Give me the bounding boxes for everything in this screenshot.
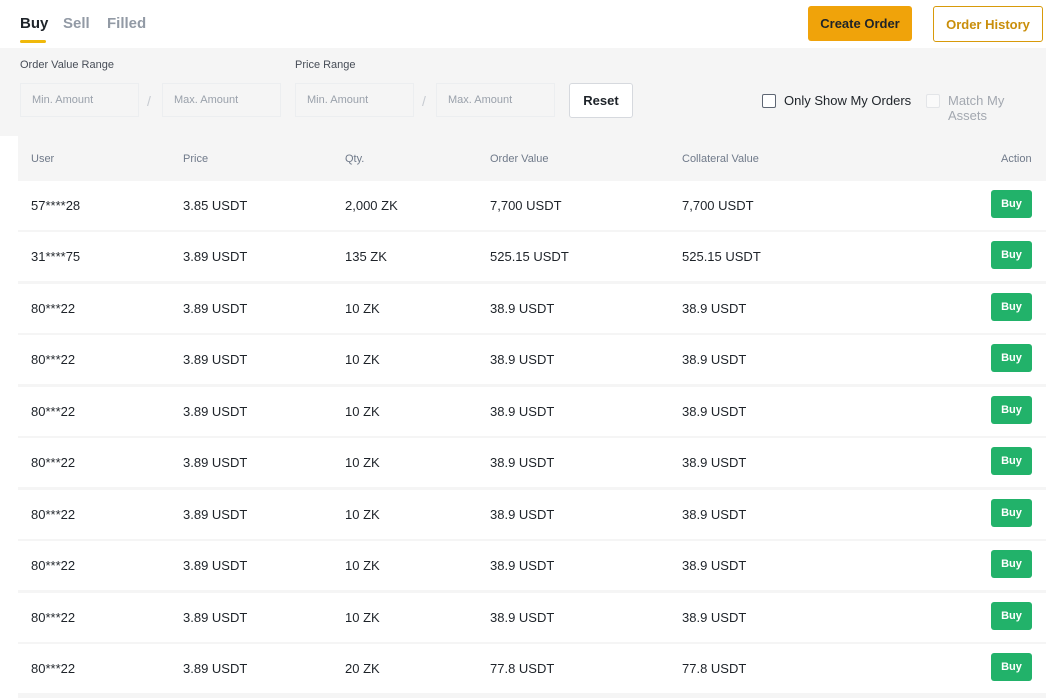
- match-my-assets-label[interactable]: Match My Assets: [948, 93, 1046, 123]
- column-header-user: User: [31, 153, 55, 165]
- cell-qty: 10 ZK: [345, 352, 380, 367]
- cell-qty: 10 ZK: [345, 610, 380, 625]
- cell-user: 80***22: [31, 661, 76, 676]
- top-bar: Buy Sell Filled Create Order Order Histo…: [0, 0, 1046, 48]
- cell-qty: 10 ZK: [345, 455, 380, 470]
- cell-order-value: 38.9 USDT: [490, 301, 555, 316]
- table-row: 57****28 3.85 USDT 2,000 ZK 7,700 USDT 7…: [18, 181, 1046, 230]
- buy-button[interactable]: Buy: [991, 190, 1032, 218]
- cell-price: 3.89 USDT: [183, 352, 248, 367]
- tab-sell[interactable]: Sell: [63, 15, 90, 32]
- filter-panel: Order Value Range Min. Amount / Max. Amo…: [0, 48, 1046, 136]
- cell-order-value: 38.9 USDT: [490, 507, 555, 522]
- buy-button[interactable]: Buy: [991, 396, 1032, 424]
- cell-price: 3.89 USDT: [183, 404, 248, 419]
- cell-order-value: 38.9 USDT: [490, 404, 555, 419]
- reset-button[interactable]: Reset: [569, 83, 633, 118]
- cell-price: 3.89 USDT: [183, 249, 248, 264]
- cell-price: 3.89 USDT: [183, 610, 248, 625]
- column-header-qty: Qty.: [345, 153, 365, 165]
- column-header-collateral-value: Collateral Value: [682, 153, 759, 165]
- buy-button[interactable]: Buy: [991, 653, 1032, 681]
- cell-collateral-value: 38.9 USDT: [682, 404, 747, 419]
- tab-buy[interactable]: Buy: [20, 15, 48, 32]
- cell-order-value: 38.9 USDT: [490, 352, 555, 367]
- column-header-price: Price: [183, 153, 209, 165]
- cell-collateral-value: 38.9 USDT: [682, 352, 747, 367]
- buy-button[interactable]: Buy: [991, 447, 1032, 475]
- cell-collateral-value: 38.9 USDT: [682, 301, 747, 316]
- cell-user: 31****75: [31, 249, 81, 264]
- cell-price: 3.85 USDT: [183, 198, 248, 213]
- buy-button[interactable]: Buy: [991, 550, 1032, 578]
- cell-collateral-value: 38.9 USDT: [682, 455, 747, 470]
- table-header: User Price Qty. Order Value Collateral V…: [18, 136, 1046, 180]
- table-row: 80***22 3.89 USDT 10 ZK 38.9 USDT 38.9 U…: [18, 490, 1046, 539]
- cell-collateral-value: 38.9 USDT: [682, 610, 747, 625]
- cell-qty: 20 ZK: [345, 661, 380, 676]
- cell-collateral-value: 38.9 USDT: [682, 558, 747, 573]
- buy-button[interactable]: Buy: [991, 499, 1032, 527]
- cell-qty: 10 ZK: [345, 301, 380, 316]
- cell-user: 80***22: [31, 352, 76, 367]
- cell-user: 80***22: [31, 404, 76, 419]
- cell-user: 57****28: [31, 198, 81, 213]
- cell-user: 80***22: [31, 455, 76, 470]
- table-row: 80***22 3.89 USDT 20 ZK 77.8 USDT 77.8 U…: [18, 644, 1046, 693]
- range-separator: /: [147, 93, 151, 109]
- cell-order-value: 525.15 USDT: [490, 249, 569, 264]
- buy-button[interactable]: Buy: [991, 344, 1032, 372]
- order-history-button[interactable]: Order History: [933, 6, 1043, 42]
- cell-user: 80***22: [31, 507, 76, 522]
- order-value-range-label: Order Value Range: [20, 59, 114, 71]
- cell-price: 3.89 USDT: [183, 301, 248, 316]
- orders-table: User Price Qty. Order Value Collateral V…: [18, 136, 1046, 698]
- cell-user: 80***22: [31, 610, 76, 625]
- cell-order-value: 38.9 USDT: [490, 455, 555, 470]
- only-show-my-orders-label[interactable]: Only Show My Orders: [784, 93, 911, 108]
- buy-button[interactable]: Buy: [991, 241, 1032, 269]
- cell-price: 3.89 USDT: [183, 661, 248, 676]
- table-row: 80***22 3.89 USDT 10 ZK 38.9 USDT 38.9 U…: [18, 387, 1046, 436]
- table-row: 80***22 3.89 USDT 10 ZK 38.9 USDT 38.9 U…: [18, 438, 1046, 487]
- order-value-max-input[interactable]: Max. Amount: [162, 83, 281, 117]
- cell-qty: 10 ZK: [345, 558, 380, 573]
- column-header-action: Action: [1001, 153, 1032, 165]
- range-separator: /: [422, 93, 426, 109]
- tab-filled[interactable]: Filled: [107, 15, 146, 32]
- cell-collateral-value: 525.15 USDT: [682, 249, 761, 264]
- cell-order-value: 7,700 USDT: [490, 198, 562, 213]
- table-row: 80***22 3.89 USDT 10 ZK 38.9 USDT 38.9 U…: [18, 284, 1046, 333]
- active-tab-indicator: [20, 40, 46, 43]
- match-my-assets-checkbox[interactable]: [926, 94, 940, 108]
- cell-collateral-value: 77.8 USDT: [682, 661, 747, 676]
- price-max-input[interactable]: Max. Amount: [436, 83, 555, 117]
- cell-price: 3.89 USDT: [183, 507, 248, 522]
- create-order-button[interactable]: Create Order: [808, 6, 912, 41]
- table-row: 80***22 3.89 USDT 10 ZK 38.9 USDT 38.9 U…: [18, 593, 1046, 642]
- buy-button[interactable]: Buy: [991, 293, 1032, 321]
- cell-order-value: 38.9 USDT: [490, 558, 555, 573]
- table-row: 80***22 3.89 USDT 10 ZK 38.9 USDT 38.9 U…: [18, 335, 1046, 384]
- table-row: 80***22 3.89 USDT 10 ZK 38.9 USDT 38.9 U…: [18, 541, 1046, 590]
- column-header-order-value: Order Value: [490, 153, 549, 165]
- cell-qty: 2,000 ZK: [345, 198, 398, 213]
- cell-user: 80***22: [31, 558, 76, 573]
- cell-user: 80***22: [31, 301, 76, 316]
- price-min-input[interactable]: Min. Amount: [295, 83, 414, 117]
- cell-qty: 10 ZK: [345, 507, 380, 522]
- cell-collateral-value: 7,700 USDT: [682, 198, 754, 213]
- cell-order-value: 38.9 USDT: [490, 610, 555, 625]
- buy-button[interactable]: Buy: [991, 602, 1032, 630]
- cell-qty: 135 ZK: [345, 249, 387, 264]
- table-row: 31****75 3.89 USDT 135 ZK 525.15 USDT 52…: [18, 232, 1046, 281]
- cell-order-value: 77.8 USDT: [490, 661, 555, 676]
- cell-qty: 10 ZK: [345, 404, 380, 419]
- cell-price: 3.89 USDT: [183, 558, 248, 573]
- order-value-min-input[interactable]: Min. Amount: [20, 83, 139, 117]
- only-show-my-orders-checkbox[interactable]: [762, 94, 776, 108]
- cell-collateral-value: 38.9 USDT: [682, 507, 747, 522]
- price-range-label: Price Range: [295, 59, 356, 71]
- cell-price: 3.89 USDT: [183, 455, 248, 470]
